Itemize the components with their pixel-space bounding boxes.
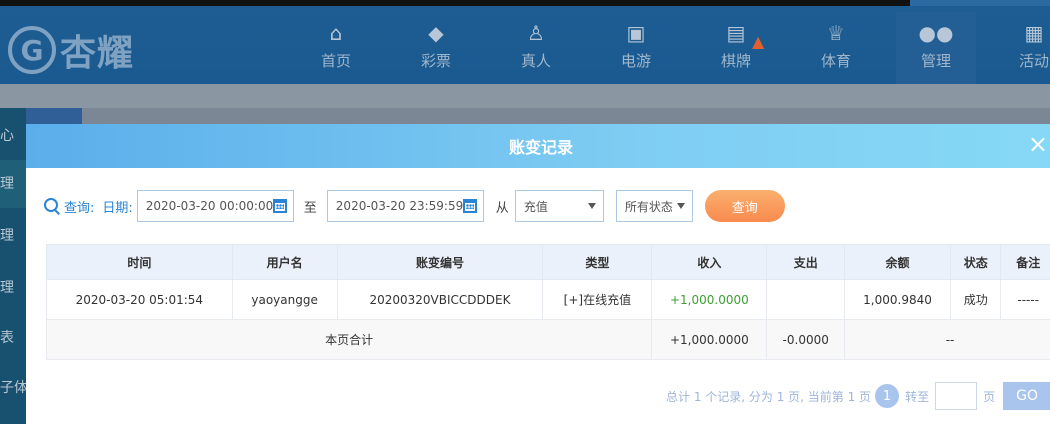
from-label: 从 [495,200,509,216]
nav-card-games-label: 棋牌 [720,52,751,70]
sidebar-item[interactable]: 理 [0,276,26,300]
nav-lottery-label: 彩票 [420,52,451,70]
nav-live-label: 真人 [520,52,551,70]
cell-note: ----- [1000,279,1050,320]
nav-slots-label: 电游 [620,52,651,70]
end-date-input[interactable]: 2020-03-20 23:59:59 [326,190,484,222]
nav-management[interactable]: ●● 管理 [896,12,976,90]
modal-header: 账变记录 × [26,124,1050,168]
home-icon: ⌂ [329,21,343,45]
jump-label: 转至 [905,389,930,404]
logo-mark-icon: G [8,26,56,74]
page-total-expense: -0.0000 [766,319,846,360]
column-header: 备注 [1000,244,1050,280]
column-header: 支出 [766,244,846,280]
column-header: 余额 [844,244,951,280]
sidebar-item[interactable]: 表 [0,326,26,350]
top-navigation: G 杏耀 ⌂ 首页 ◆ 彩票 ♙ 真人 ▣ 电游 ▤ 棋牌 ▲ ♕ 体育 ●● … [0,0,1050,90]
date-label: 日期: [102,200,133,216]
records-table: 时间 用户名 账变编号 类型 收入 支出 余额 状态 备注 2020-03-20… [45,244,1050,360]
page-unit-label: 页 [983,389,996,404]
nav-lottery[interactable]: ◆ 彩票 [396,20,476,71]
page-total-label: 本页合计 [45,319,653,360]
nav-management-label: 管理 [920,52,951,70]
logo-text: 杏耀 [60,33,135,74]
chevron-down-icon [587,203,596,209]
transaction-records-modal: 账变记录 × 查询: 日期: 2020-03-20 00:00:00 至 202… [26,124,1050,424]
nav-slots[interactable]: ▣ 电游 [596,20,676,71]
nav-sports-label: 体育 [820,52,851,70]
start-date-input[interactable]: 2020-03-20 00:00:00 [136,190,294,222]
calendar-icon[interactable] [462,199,477,213]
type-select-value: 充值 [523,199,548,214]
gift-icon: ▦ [1024,21,1044,45]
page-number-button[interactable]: 1 [875,384,900,408]
nav-sports[interactable]: ♕ 体育 [796,20,876,71]
table-header-row: 时间 用户名 账变编号 类型 收入 支出 余额 状态 备注 [46,244,1050,280]
type-select[interactable]: 充值 [514,190,604,222]
cell-username: yaoyangge [231,279,338,320]
pagination-summary: 总计 1 个记录, 分为 1 页, 当前第 1 页 [666,389,872,404]
page-total-rest: -- [844,319,1050,360]
background-strip [0,84,1050,108]
sidebar-item[interactable]: 子体 [0,376,26,400]
sidebar-item[interactable]: 心 [0,124,26,148]
column-header: 状态 [949,244,1002,280]
to-label: 至 [303,200,317,216]
slot-machine-icon: ▣ [626,21,646,45]
lottery-ticket-icon: ◆ [428,21,444,45]
column-header: 类型 [542,244,653,280]
status-select[interactable]: 所有状态 [615,190,693,222]
start-date-value: 2020-03-20 00:00:00 [145,199,274,213]
page-jump-input[interactable] [935,382,978,410]
users-icon: ●● [918,21,954,45]
column-header: 用户名 [231,244,338,280]
nav-live[interactable]: ♙ 真人 [496,20,576,71]
cell-time: 2020-03-20 05:01:54 [46,279,233,320]
chevron-down-icon [676,203,685,209]
search-icon [44,198,60,214]
sidebar-item[interactable]: 理 [0,224,26,248]
column-header: 账变编号 [336,244,544,280]
column-header: 时间 [46,244,233,280]
query-label: 查询: [64,200,95,216]
live-dealer-icon: ♙ [527,21,545,45]
page-total-row: 本页合计 +1,000.0000 -0.0000 -- [45,319,1050,360]
nav-promotions-label: 活动 [1018,52,1049,70]
go-button[interactable]: GO [1003,382,1050,410]
column-header: 收入 [651,244,768,280]
end-date-value: 2020-03-20 23:59:59 [335,199,464,213]
nav-home-label: 首页 [320,52,351,70]
nav-home[interactable]: ⌂ 首页 [296,20,376,71]
table-row: 2020-03-20 05:01:54 yaoyangge 20200320VB… [46,279,1050,320]
cell-status: 成功 [949,279,1002,320]
cell-id: 20200320VBICCDDDEK [336,279,544,320]
trophy-icon: ♕ [827,21,845,45]
query-button[interactable]: 查询 [704,190,785,222]
page-total-income: +1,000.0000 [651,319,768,360]
modal-title: 账变记录 [508,138,573,157]
pagination: 总计 1 个记录, 分为 1 页, 当前第 1 页 1 转至 页 GO [666,382,1050,410]
cell-income: +1,000.0000 [651,279,768,320]
calendar-icon[interactable] [272,199,287,213]
hot-badge-icon: ▲ [752,32,765,51]
sidebar-item[interactable]: 理 [0,160,26,208]
status-select-value: 所有状态 [624,199,673,214]
cell-expense [766,279,846,320]
cell-balance: 1,000.9840 [844,279,951,320]
site-logo[interactable]: G 杏耀 [8,20,134,80]
query-bar: 查询: 日期: 2020-03-20 00:00:00 至 2020-03-20… [44,190,785,222]
nav-promotions[interactable]: ▦ 活动 [994,20,1050,71]
close-icon[interactable]: × [1028,132,1048,156]
top-right-bar [910,0,1050,6]
cell-type: [+]在线充值 [542,279,653,320]
